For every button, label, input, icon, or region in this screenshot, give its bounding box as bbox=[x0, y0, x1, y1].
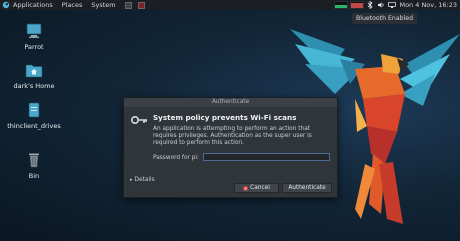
password-label: Password for pi: bbox=[153, 155, 199, 161]
authenticate-label: Authenticate bbox=[288, 185, 326, 191]
dialog-message: An application is attempting to perform … bbox=[153, 126, 312, 146]
menu-system[interactable]: System bbox=[91, 1, 115, 9]
bluetooth-tooltip: Bluetooth Enabled bbox=[352, 13, 418, 24]
terminal-launcher-icon[interactable] bbox=[124, 1, 132, 9]
memory-graph-icon[interactable] bbox=[350, 1, 365, 9]
network-icon[interactable] bbox=[388, 1, 397, 9]
home-folder-icon bbox=[25, 64, 43, 78]
desktop-icon-label: Parrot bbox=[24, 43, 44, 51]
details-label: Details bbox=[134, 177, 155, 183]
desktop-icon-thinclient-drives[interactable]: thinclient_drives bbox=[4, 102, 64, 130]
cancel-label: Cancel bbox=[250, 185, 270, 191]
desktop-icon-home[interactable]: dark's Home bbox=[4, 62, 64, 90]
authenticate-dialog: Authenticate System policy prevents Wi-F… bbox=[123, 97, 338, 198]
expand-arrow-icon: ▸ bbox=[130, 177, 133, 183]
cancel-button[interactable]: ✕ Cancel bbox=[234, 183, 279, 193]
top-panel: Applications Places System Mon 4 Nov, 16… bbox=[0, 0, 460, 10]
desktop-icon-label: thinclient_drives bbox=[7, 122, 61, 130]
bluetooth-icon[interactable] bbox=[366, 1, 374, 9]
menu-applications[interactable]: Applications bbox=[13, 1, 53, 9]
clock[interactable]: Mon 4 Nov, 16:23 bbox=[399, 1, 457, 9]
system-tray: Mon 4 Nov, 16:23 bbox=[334, 0, 460, 10]
computer-icon bbox=[26, 23, 42, 38]
authenticate-button[interactable]: Authenticate bbox=[282, 183, 332, 193]
panel-menu: Applications Places System bbox=[0, 1, 151, 9]
app-launcher-icon[interactable] bbox=[137, 1, 145, 9]
cpu-graph-icon[interactable] bbox=[334, 1, 349, 9]
trash-icon bbox=[29, 153, 39, 168]
dialog-title: Authenticate bbox=[124, 98, 337, 107]
desktop-icon-parrot[interactable]: Parrot bbox=[4, 23, 64, 51]
dialog-heading: System policy prevents Wi-Fi scans bbox=[153, 113, 297, 122]
volume-icon[interactable] bbox=[377, 1, 385, 9]
password-field[interactable] bbox=[203, 153, 330, 161]
desktop-icon-label: Bin bbox=[28, 172, 40, 180]
menu-places[interactable]: Places bbox=[62, 1, 83, 9]
parrot-logo-icon[interactable] bbox=[2, 1, 10, 9]
cancel-icon: ✕ bbox=[243, 185, 249, 191]
key-icon bbox=[131, 116, 147, 124]
desktop-icon-bin[interactable]: Bin bbox=[4, 152, 64, 180]
desktop-icon-label: dark's Home bbox=[13, 82, 55, 90]
drive-icon bbox=[28, 102, 40, 118]
details-expander[interactable]: ▸ Details bbox=[130, 177, 155, 183]
